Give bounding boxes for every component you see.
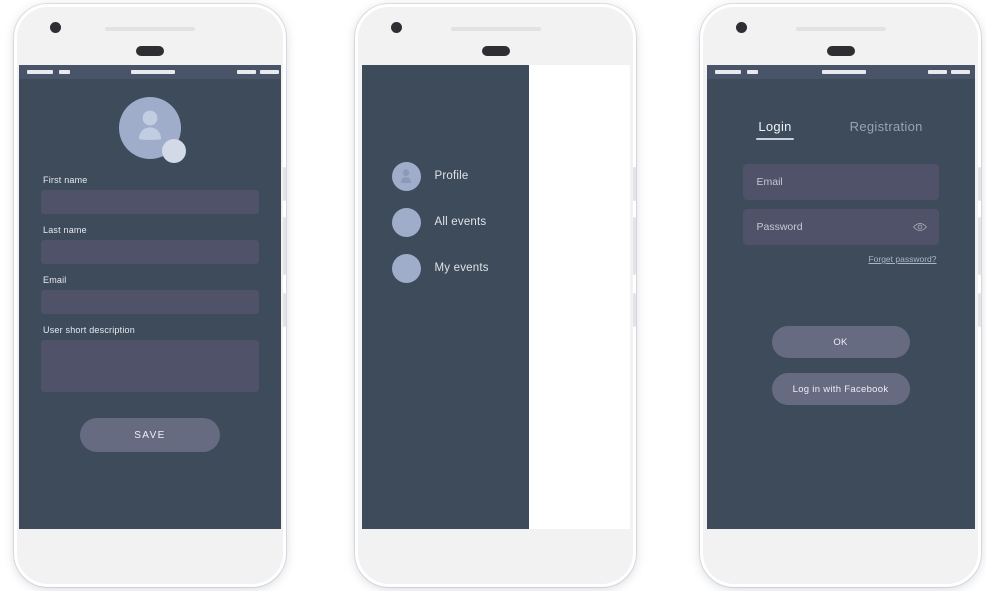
side-button-volume-down[interactable]: [283, 217, 286, 275]
camera-icon: [736, 22, 747, 33]
tab-registration[interactable]: Registration: [850, 119, 923, 140]
forget-password-link[interactable]: Forget password?: [743, 254, 936, 264]
side-button-volume-down[interactable]: [633, 217, 636, 275]
email-input[interactable]: Email: [742, 164, 939, 200]
save-button[interactable]: SAVE: [80, 418, 220, 452]
eye-icon[interactable]: [912, 222, 927, 232]
status-bar-item: [927, 70, 947, 74]
mockup-canvas: First name Last name Email User short de…: [0, 0, 986, 591]
person-icon: [391, 161, 421, 191]
phone-device-login: Login Registration Email Password Forget…: [700, 4, 981, 587]
speaker-grill: [795, 27, 886, 31]
first-name-label: First name: [43, 175, 88, 185]
speaker-grill: [450, 27, 541, 31]
circle-icon: [391, 207, 421, 237]
side-button-volume-up[interactable]: [283, 167, 286, 201]
drawer-item-my-events[interactable]: My events: [362, 245, 529, 291]
screen-profile-edit: First name Last name Email User short de…: [19, 65, 281, 529]
speaker-grill: [105, 27, 195, 31]
avatar-edit-badge-icon[interactable]: [162, 139, 186, 163]
drawer-item-label: All events: [434, 216, 487, 228]
status-bar-item: [27, 70, 53, 74]
side-button-volume-down[interactable]: [978, 217, 981, 275]
status-bar-item: [237, 70, 256, 74]
side-button-power[interactable]: [978, 293, 981, 327]
ok-button[interactable]: OK: [771, 326, 910, 358]
profile-form: First name Last name Email User short de…: [19, 175, 281, 452]
sensor-pill: [481, 46, 510, 56]
status-bar-item: [821, 70, 866, 74]
description-label: User short description: [43, 325, 135, 335]
side-button-volume-up[interactable]: [633, 167, 636, 201]
email-input-placeholder: Email: [756, 176, 783, 188]
email-label: Email: [43, 275, 67, 285]
side-button-power[interactable]: [633, 293, 636, 327]
status-bar-1: [19, 65, 281, 79]
status-bar-3: [706, 65, 975, 79]
phone-device-drawer: Profile All events My events: [355, 4, 636, 587]
status-bar-item: [950, 70, 970, 74]
navigation-drawer: Profile All events My events: [361, 65, 529, 529]
drawer-item-label: Profile: [434, 170, 469, 182]
avatar[interactable]: [19, 91, 281, 175]
person-avatar-icon: [139, 110, 161, 140]
camera-icon: [50, 22, 61, 33]
description-field[interactable]: [41, 340, 259, 392]
screen-login: Login Registration Email Password Forget…: [706, 65, 975, 529]
sensor-pill: [826, 46, 855, 56]
last-name-field[interactable]: [41, 240, 259, 264]
password-input-placeholder: Password: [756, 221, 803, 233]
drawer-item-label: My events: [434, 262, 489, 274]
screen-navigation-drawer: Profile All events My events: [361, 65, 630, 529]
password-input[interactable]: Password: [742, 209, 939, 245]
tab-login[interactable]: Login: [756, 119, 795, 140]
sensor-pill: [136, 46, 164, 56]
phone-device-profile: First name Last name Email User short de…: [14, 4, 286, 587]
drawer-item-all-events[interactable]: All events: [362, 199, 529, 245]
circle-icon: [391, 253, 421, 283]
drawer-content-area: [528, 65, 630, 529]
camera-icon: [391, 22, 402, 33]
side-button-power[interactable]: [283, 293, 286, 327]
first-name-field[interactable]: [41, 190, 259, 214]
status-bar-item: [260, 70, 279, 74]
status-bar-item: [746, 70, 758, 74]
facebook-login-button[interactable]: Log in with Facebook: [771, 373, 910, 405]
status-bar-item: [131, 70, 175, 74]
auth-tabs: Login Registration: [707, 119, 975, 140]
drawer-menu-list: Profile All events My events: [362, 65, 529, 291]
email-field[interactable]: [41, 290, 259, 314]
status-bar-item: [59, 70, 70, 74]
login-form: Email Password Forget password? OK Log i…: [707, 164, 975, 405]
status-bar-item: [714, 70, 741, 74]
side-button-volume-up[interactable]: [978, 167, 981, 201]
drawer-item-profile[interactable]: Profile: [362, 153, 529, 199]
last-name-label: Last name: [43, 225, 87, 235]
